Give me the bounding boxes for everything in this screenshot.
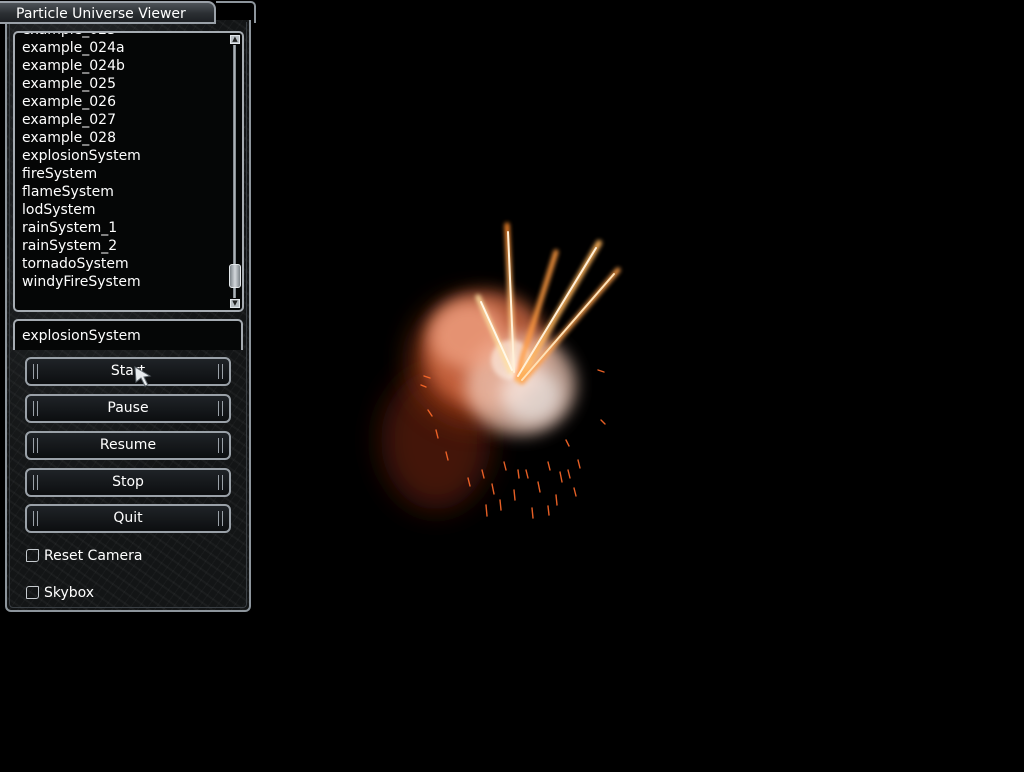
scroll-thumb[interactable] (229, 264, 241, 288)
list-item[interactable]: example_023 (22, 33, 228, 39)
window-titlebar[interactable]: Particle Universe Viewer (0, 1, 216, 24)
list-item[interactable]: rainSystem_2 (22, 237, 228, 255)
scroll-track[interactable] (233, 45, 236, 298)
list-item[interactable]: example_024a (22, 39, 228, 57)
list-item[interactable]: example_025 (22, 75, 228, 93)
list-item[interactable]: rainSystem_1 (22, 219, 228, 237)
reset-camera-checkbox[interactable] (26, 549, 39, 562)
list-item[interactable]: lodSystem (22, 201, 228, 219)
viewer-panel: Particle Universe Viewer example_023 exa… (0, 0, 256, 614)
list-item[interactable]: example_028 (22, 129, 228, 147)
mouse-pointer-icon (134, 366, 152, 387)
window-title: Particle Universe Viewer (16, 6, 186, 22)
render-viewport[interactable] (256, 0, 1024, 768)
stop-button[interactable]: Stop (25, 468, 231, 497)
list-item[interactable]: fireSystem (22, 165, 228, 183)
skybox-label: Skybox (44, 585, 95, 601)
titlebar-tab (216, 1, 256, 23)
list-item[interactable]: tornadoSystem (22, 255, 228, 273)
start-button[interactable]: Start (25, 357, 231, 386)
list-item[interactable]: example_026 (22, 93, 228, 111)
list-item[interactable]: windyFireSystem (22, 273, 228, 291)
particle-system-list[interactable]: example_023 example_024a example_024b ex… (13, 31, 244, 312)
list-item[interactable]: flameSystem (22, 183, 228, 201)
resume-button[interactable]: Resume (25, 431, 231, 460)
pause-button[interactable]: Pause (25, 394, 231, 423)
quit-button[interactable]: Quit (25, 504, 231, 533)
list-item[interactable]: example_024b (22, 57, 228, 75)
reset-camera-label: Reset Camera (44, 548, 143, 564)
skybox-checkbox[interactable] (26, 586, 39, 599)
scroll-down-arrow-icon[interactable]: ▼ (230, 299, 240, 308)
scroll-up-arrow-icon[interactable]: ▲ (230, 35, 240, 44)
selected-system-field[interactable]: explosionSystem (13, 319, 243, 350)
explosion-particle-effect (381, 222, 621, 519)
list-item[interactable]: example_027 (22, 111, 228, 129)
selected-system-text: explosionSystem (22, 328, 141, 344)
list-items: example_023 example_024a example_024b ex… (22, 33, 228, 291)
list-scrollbar[interactable]: ▲ ▼ (229, 35, 241, 308)
list-item[interactable]: explosionSystem (22, 147, 228, 165)
